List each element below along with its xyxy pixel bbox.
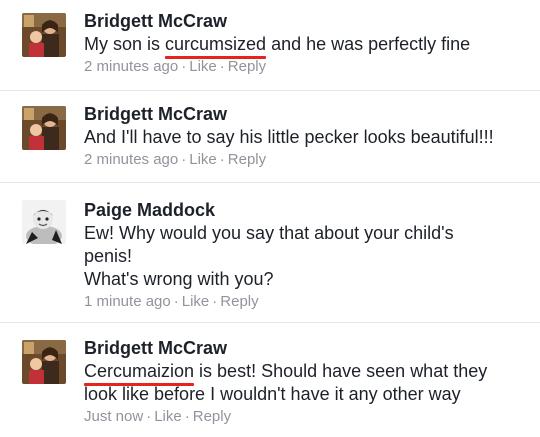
comment-text-after: is best! Should have seen what they bbox=[194, 361, 488, 381]
comment-text-line: penis! bbox=[84, 246, 133, 266]
comment-text-line: Ew! Why would you say that about your ch… bbox=[84, 223, 454, 243]
comment-item: Bridgett McCraw Cercumaizion is best! Sh… bbox=[0, 323, 540, 437]
comment-meta: 2 minutes ago · Like · Reply bbox=[84, 150, 530, 170]
comment-timestamp[interactable]: 1 minute ago bbox=[84, 293, 171, 310]
comment-meta: 2 minutes ago · Like · Reply bbox=[84, 57, 530, 77]
like-link[interactable]: Like bbox=[182, 293, 210, 310]
reply-link[interactable]: Reply bbox=[220, 293, 258, 310]
separator-dot: · bbox=[219, 58, 225, 75]
comment-text-before: My son is bbox=[84, 34, 166, 54]
comment-item: Bridgett McCraw My son is curcumsized an… bbox=[0, 0, 540, 91]
comment-text: Cercumaizion is best! Should have seen w… bbox=[84, 360, 530, 406]
bridgett-avatar-image bbox=[22, 13, 66, 57]
separator-dot: · bbox=[212, 293, 218, 310]
avatar[interactable] bbox=[22, 13, 66, 57]
comment-text: Ew! Why would you say that about your ch… bbox=[84, 222, 530, 291]
comment-meta: Just now · Like · Reply bbox=[84, 407, 530, 427]
bridgett-avatar-image bbox=[22, 340, 66, 384]
comment-body: Bridgett McCraw And I'll have to say his… bbox=[84, 103, 530, 170]
comment-text: And I'll have to say his little pecker l… bbox=[84, 127, 494, 147]
comment-item: Paige Maddock Ew! Why would you say that… bbox=[0, 183, 540, 323]
like-link[interactable]: Like bbox=[189, 58, 217, 75]
separator-dot: · bbox=[146, 408, 152, 425]
separator-dot: · bbox=[173, 293, 179, 310]
comment-body: Paige Maddock Ew! Why would you say that… bbox=[84, 199, 530, 312]
like-link[interactable]: Like bbox=[154, 408, 182, 425]
avatar[interactable] bbox=[22, 340, 66, 384]
misspelled-word: Cercumaizion bbox=[84, 361, 195, 386]
comment-item: Bridgett McCraw And I'll have to say his… bbox=[0, 91, 540, 183]
reply-link[interactable]: Reply bbox=[228, 151, 266, 168]
comment-text-after: and he was perfectly fine bbox=[266, 34, 471, 54]
comment-author[interactable]: Bridgett McCraw bbox=[84, 103, 530, 125]
comment-author[interactable]: Paige Maddock bbox=[84, 199, 530, 221]
like-link[interactable]: Like bbox=[189, 151, 217, 168]
comment-timestamp[interactable]: Just now bbox=[84, 408, 143, 425]
bridgett-avatar-image bbox=[22, 106, 66, 150]
avatar[interactable] bbox=[22, 106, 66, 150]
comment-text: My son is curcumsized and he was perfect… bbox=[84, 33, 530, 59]
reply-link[interactable]: Reply bbox=[228, 58, 266, 75]
comment-thread: Bridgett McCraw My son is curcumsized an… bbox=[0, 0, 540, 437]
comment-meta: 1 minute ago · Like · Reply bbox=[84, 292, 530, 312]
comment-body: Bridgett McCraw My son is curcumsized an… bbox=[84, 10, 530, 77]
separator-dot: · bbox=[181, 151, 187, 168]
comment-timestamp[interactable]: 2 minutes ago bbox=[84, 151, 178, 168]
comment-text-line: What's wrong with you? bbox=[84, 269, 274, 289]
separator-dot: · bbox=[181, 58, 187, 75]
comment-author[interactable]: Bridgett McCraw bbox=[84, 10, 530, 32]
separator-dot: · bbox=[184, 408, 190, 425]
paige-avatar-image bbox=[22, 200, 66, 244]
comment-text-line: Cercumaizion is best! Should have seen w… bbox=[84, 360, 530, 386]
misspelled-word: curcumsized bbox=[165, 34, 267, 59]
comment-text-line: look like before I wouldn't have it any … bbox=[84, 384, 461, 404]
comment-timestamp[interactable]: 2 minutes ago bbox=[84, 58, 178, 75]
separator-dot: · bbox=[219, 151, 225, 168]
reply-link[interactable]: Reply bbox=[193, 408, 231, 425]
avatar[interactable] bbox=[22, 200, 66, 244]
comment-author[interactable]: Bridgett McCraw bbox=[84, 337, 530, 359]
comment-body: Bridgett McCraw Cercumaizion is best! Sh… bbox=[84, 337, 530, 427]
